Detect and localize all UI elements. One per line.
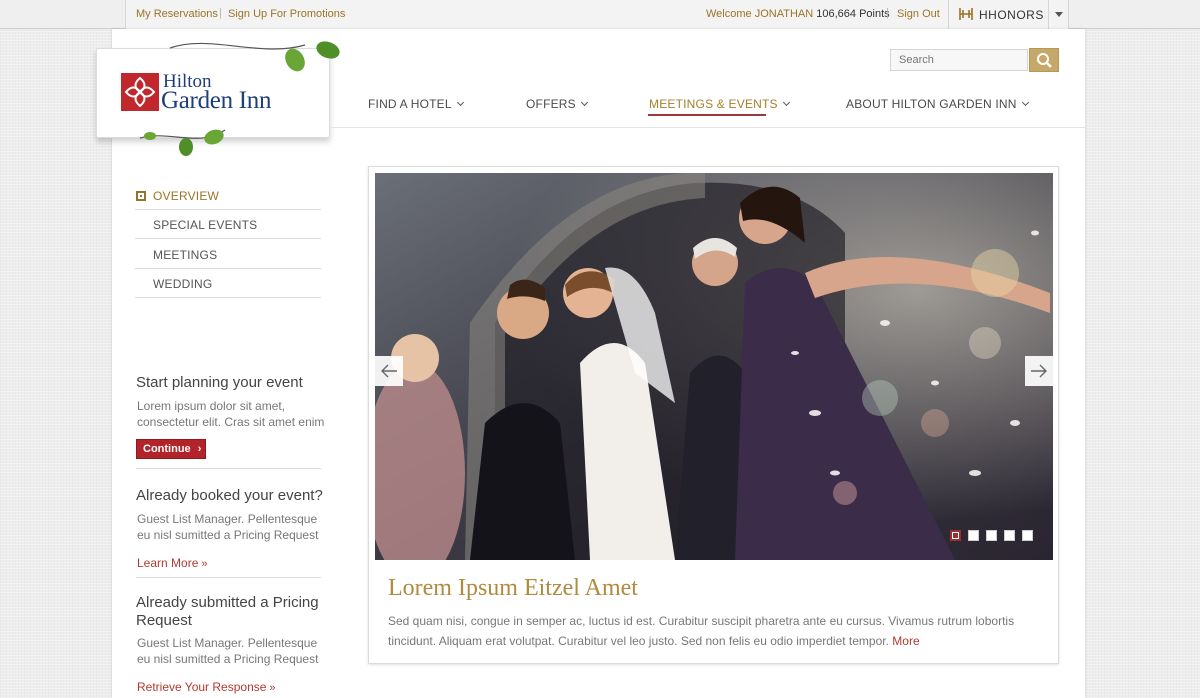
promo-divider	[136, 468, 321, 469]
promo-title: Already submitted a Pricing Request	[136, 594, 319, 629]
promo-title: Start planning your event	[136, 374, 303, 391]
sidebar-item-label: SPECIAL EVENTS	[153, 218, 258, 232]
nav-meetings-events[interactable]: MEETINGS & EVENTS	[649, 97, 790, 111]
hhonors-label: HHONORS	[979, 8, 1044, 22]
double-chevron-right-icon: »	[269, 682, 276, 694]
logo-text-garden-inn: Garden Inn	[161, 87, 272, 114]
nav-label: OFFERS	[526, 97, 576, 111]
welcome-message: Welcome JONATHAN 106,664 Points	[706, 8, 890, 20]
search-button[interactable]	[1029, 48, 1059, 72]
nav-offers[interactable]: OFFERS	[526, 97, 588, 111]
promo-text: Lorem ipsum dolor sit amet, consectetur …	[137, 399, 325, 429]
utility-separator: |	[219, 7, 222, 19]
learn-more-link[interactable]: Learn More»	[137, 556, 208, 570]
active-bullet-icon	[136, 191, 146, 201]
arrow-right-icon	[1031, 364, 1047, 378]
search-icon	[1037, 53, 1052, 68]
nav-label: FIND A HOTEL	[368, 97, 452, 111]
nav-label: MEETINGS & EVENTS	[649, 97, 778, 111]
sidebar-item-label: MEETINGS	[153, 248, 218, 262]
logo-emblem-icon	[121, 73, 159, 111]
user-name: JONATHAN	[754, 8, 814, 20]
chevron-right-icon: ›	[197, 443, 202, 455]
chevron-down-icon	[456, 98, 464, 107]
sidebar-item-meetings[interactable]: MEETINGS	[135, 240, 321, 269]
nav-label: ABOUT HILTON GARDEN INN	[846, 97, 1017, 111]
hhonors-button[interactable]: HHONORS	[948, 0, 1048, 29]
promo-divider	[136, 577, 321, 578]
utility-bar: My Reservations | Sign Up For Promotions…	[0, 0, 1200, 29]
sidebar-item-label: OVERVIEW	[153, 189, 220, 203]
points-balance: 106,664 Points	[816, 8, 890, 20]
sidebar-item-label: WEDDING	[153, 277, 213, 291]
nav-divider	[330, 127, 1085, 128]
chevron-down-icon	[580, 98, 588, 107]
hero-body: Sed quam nisi, congue in semper ac, luct…	[388, 611, 1028, 651]
chevron-down-icon	[782, 98, 790, 107]
promo-title: Already booked your event?	[136, 487, 323, 504]
utility-separator: |	[886, 7, 889, 19]
retrieve-response-label: Retrieve Your Response	[137, 680, 267, 694]
hero-body-text: Sed quam nisi, congue in semper ac, luct…	[388, 614, 1015, 648]
carousel-dot[interactable]	[986, 530, 997, 541]
sidebar-item-overview[interactable]: OVERVIEW	[135, 181, 321, 210]
continue-label: Continue	[143, 443, 191, 455]
nav-find-a-hotel[interactable]: FIND A HOTEL	[368, 97, 464, 111]
promo-text: Guest List Manager. Pellentesque eu nisl…	[137, 512, 319, 542]
carousel-prev-button[interactable]	[375, 356, 403, 386]
hero-more-link[interactable]: More	[892, 634, 919, 648]
double-chevron-right-icon: »	[201, 558, 208, 570]
hero-heading: Lorem Ipsum Eitzel Amet	[388, 575, 638, 601]
carousel-dot[interactable]	[968, 530, 979, 541]
my-reservations-link[interactable]: My Reservations	[136, 8, 218, 20]
account-dropdown-toggle[interactable]	[1048, 0, 1069, 29]
hero-photo	[375, 173, 1053, 560]
sidebar-item-special-events[interactable]: SPECIAL EVENTS	[135, 210, 321, 239]
learn-more-label: Learn More	[137, 556, 199, 570]
utility-bar-inner: My Reservations | Sign Up For Promotions…	[125, 0, 1069, 29]
sign-out-link[interactable]: Sign Out	[897, 8, 940, 20]
retrieve-response-link[interactable]: Retrieve Your Response»	[137, 680, 276, 694]
arrow-left-icon	[381, 364, 397, 378]
chevron-down-icon	[1055, 12, 1063, 17]
carousel-next-button[interactable]	[1025, 356, 1053, 386]
continue-button[interactable]: Continue ›	[136, 439, 206, 459]
search-input[interactable]	[890, 49, 1028, 71]
carousel-dot[interactable]	[1004, 530, 1015, 541]
sidebar-item-wedding[interactable]: WEDDING	[135, 269, 321, 298]
chevron-down-icon	[1021, 98, 1029, 107]
nav-about-hilton-garden-inn[interactable]: ABOUT HILTON GARDEN INN	[846, 97, 1029, 111]
welcome-prefix: Welcome	[706, 8, 752, 20]
hhonors-logo-icon	[959, 8, 973, 20]
promo-text: Guest List Manager. Pellentesque eu nisl…	[137, 636, 319, 666]
signup-promotions-link[interactable]: Sign Up For Promotions	[228, 8, 345, 20]
nav-active-indicator	[648, 114, 766, 116]
carousel-dot[interactable]	[1022, 530, 1033, 541]
brand-logo[interactable]: Hilton Garden Inn	[96, 48, 330, 138]
carousel-dot[interactable]	[950, 530, 961, 541]
